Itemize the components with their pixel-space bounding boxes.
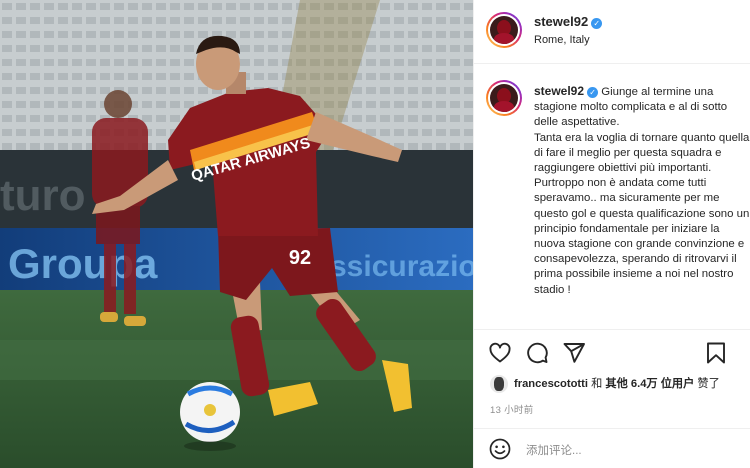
verified-icon: ✓ [591,18,603,29]
caption-content: Giunge al termine una stagione molto com… [534,86,750,296]
background-sign-3: turo [0,171,86,220]
comment-icon[interactable] [525,341,549,365]
post-details-panel: stewel92 ✓ Rome, Italy stewel92 ✓ Giunge a… [473,0,750,468]
comment-input[interactable]: 添加评论... [526,442,582,458]
share-icon[interactable] [562,341,586,365]
post-header: stewel92 ✓ Rome, Italy [474,0,750,64]
likes-others[interactable]: 其他 6.4万 位用户 [605,378,694,390]
shorts-number: 92 [289,247,311,269]
action-bar [474,333,750,373]
author-username[interactable]: stewel92 ✓ [534,14,603,29]
comment-bar: 添加评论... [474,428,750,468]
bookmark-icon[interactable] [704,341,728,365]
author-avatar[interactable] [486,12,522,48]
likes-line: francescototti 和 其他 6.4万 位用户 赞了 [490,375,750,394]
likes-action: 赞了 [697,378,720,390]
background-sign-2: ssicurazione [330,250,473,283]
verified-icon: ✓ [587,87,599,98]
photo-scene: turo Groupa ssicurazione [0,0,473,468]
post-timestamp[interactable]: 13 小时前 [490,402,534,416]
post-photo[interactable]: turo Groupa ssicurazione [0,0,473,468]
liker-avatar[interactable] [490,375,508,394]
likes-connector: 和 [587,378,606,390]
caption-section: stewel92 ✓ Giunge al termine una stagione… [474,64,750,330]
emoji-icon[interactable] [488,437,512,461]
liker-username[interactable]: francescototti [514,378,588,390]
caption-username[interactable]: stewel92 ✓ [534,84,599,98]
heart-icon[interactable] [488,341,512,365]
post-location[interactable]: Rome, Italy [534,34,590,46]
caption-text: stewel92 ✓ Giunge al termine una stagione… [534,84,750,298]
caption-avatar[interactable] [486,80,522,116]
